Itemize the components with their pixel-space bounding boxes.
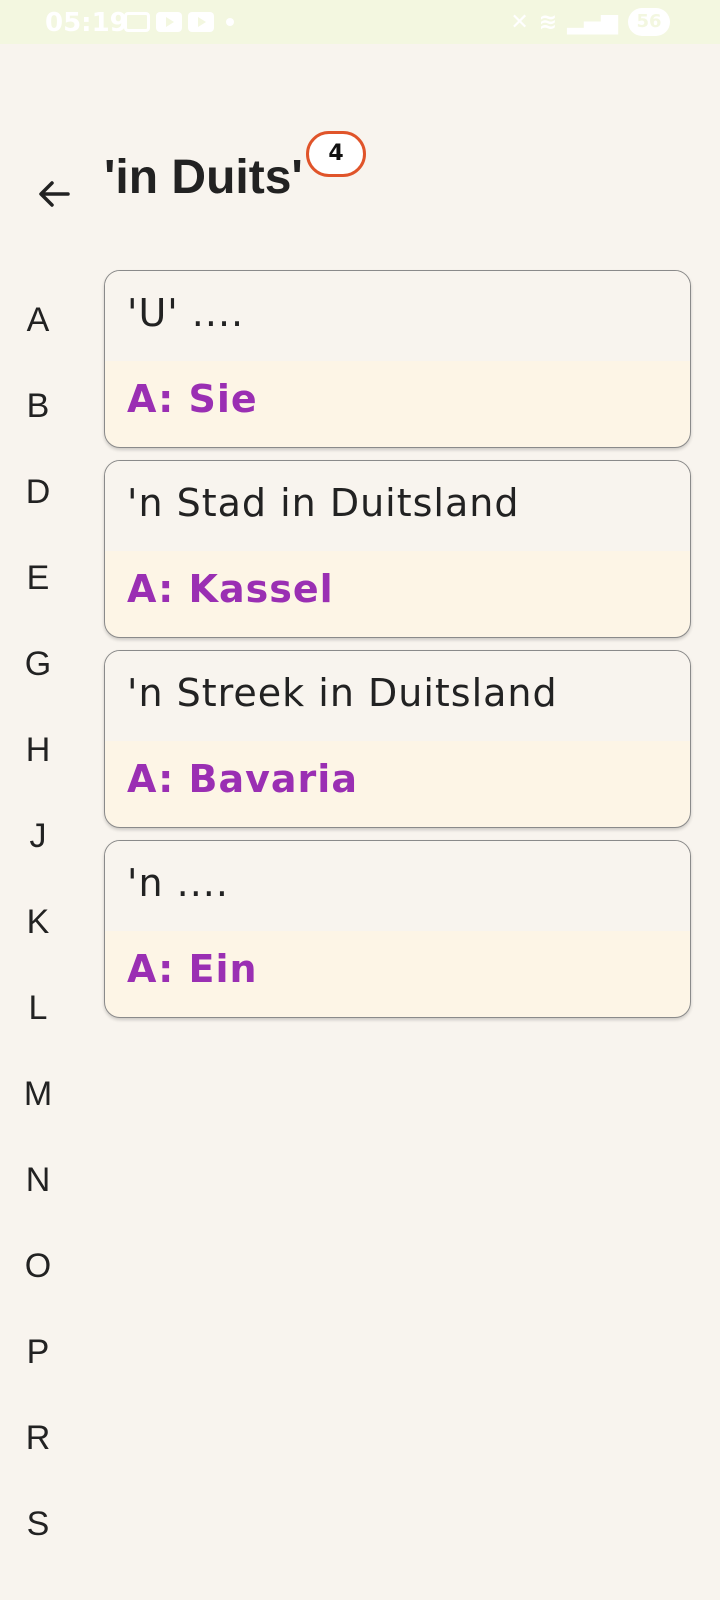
card-answer: A: Sie: [127, 377, 258, 421]
flashcard[interactable]: 'n Streek in Duitsland A: Bavaria: [104, 650, 691, 828]
notification-icons: [124, 12, 234, 32]
index-letter-h[interactable]: H: [0, 730, 76, 816]
card-question: 'U' ....: [105, 271, 690, 361]
card-answer: A: Kassel: [127, 567, 334, 611]
count-badge: 4: [306, 131, 366, 177]
index-letter-a[interactable]: A: [0, 300, 76, 386]
flashcard[interactable]: 'n Stad in Duitsland A: Kassel: [104, 460, 691, 638]
system-icons: ✕ ≋ ▂▄▆ 56: [510, 8, 670, 36]
index-letter-r[interactable]: R: [0, 1418, 76, 1504]
alphabet-index: A B D E G H J K L M N O P R S: [0, 300, 76, 1590]
arrow-left-icon: [39, 181, 70, 207]
youtube-icon: [156, 12, 182, 32]
index-letter-b[interactable]: B: [0, 386, 76, 472]
index-letter-s[interactable]: S: [0, 1504, 76, 1590]
status-bar: 05:19 ✕ ≋ ▂▄▆ 56: [0, 0, 720, 44]
index-letter-e[interactable]: E: [0, 558, 76, 644]
battery-indicator: 56: [628, 8, 670, 36]
index-letter-p[interactable]: P: [0, 1332, 76, 1418]
youtube-icon: [188, 12, 214, 32]
card-answer: A: Bavaria: [127, 757, 358, 801]
index-letter-o[interactable]: O: [0, 1246, 76, 1332]
index-letter-n[interactable]: N: [0, 1160, 76, 1246]
signal-icon: ▂▄▆: [567, 9, 618, 35]
flashcard[interactable]: 'n .... A: Ein: [104, 840, 691, 1018]
card-question: 'n ....: [105, 841, 690, 931]
wifi-icon: ≋: [538, 9, 558, 35]
back-button[interactable]: [30, 170, 78, 218]
index-letter-l[interactable]: L: [0, 988, 76, 1074]
screenshot-icon: [124, 12, 150, 32]
index-letter-g[interactable]: G: [0, 644, 76, 730]
card-question: 'n Streek in Duitsland: [105, 651, 690, 741]
more-notifications-dot-icon: [226, 18, 234, 26]
page-title: 'in Duits': [104, 151, 303, 204]
card-question: 'n Stad in Duitsland: [105, 461, 690, 551]
card-list: 'U' .... A: Sie 'n Stad in Duitsland A: …: [104, 270, 691, 1030]
mute-icon: ✕: [510, 9, 529, 35]
index-letter-j[interactable]: J: [0, 816, 76, 902]
card-answer: A: Ein: [127, 947, 258, 991]
index-letter-d[interactable]: D: [0, 472, 76, 558]
flashcard[interactable]: 'U' .... A: Sie: [104, 270, 691, 448]
index-letter-m[interactable]: M: [0, 1074, 76, 1160]
status-time: 05:19: [45, 8, 128, 38]
index-letter-k[interactable]: K: [0, 902, 76, 988]
